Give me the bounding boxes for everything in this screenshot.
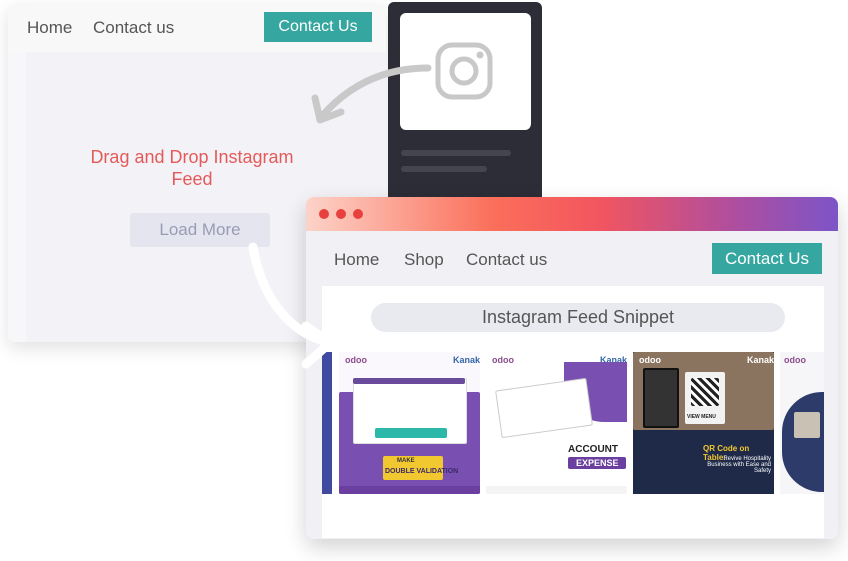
curved-arrow-down — [248, 242, 335, 369]
curved-arrow-up — [311, 64, 432, 124]
drag-arrows — [248, 64, 432, 369]
